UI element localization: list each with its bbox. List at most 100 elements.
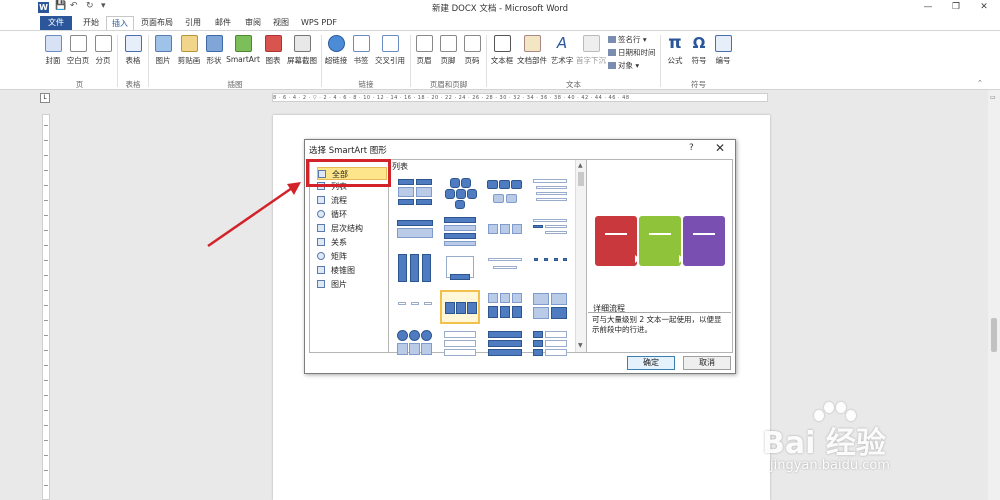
picture-button[interactable]: 图片 [152,35,174,66]
shapes-button[interactable]: 形状 [203,35,225,66]
layout-thumbnail[interactable] [485,214,525,248]
equation-button[interactable]: π 公式 [664,35,686,66]
numbering-button[interactable]: 编号 [712,35,734,66]
category-picture[interactable]: 图片 [317,278,387,291]
layout-thumbnail-selected[interactable] [440,290,480,324]
wordart-button[interactable]: A 艺术字 [549,35,575,66]
text-box-button[interactable]: 文本框 [489,35,515,66]
group-label-links: 链接 [358,80,374,89]
category-pyramid[interactable]: 棱锥图 [317,264,387,277]
pi-icon: π [668,33,682,53]
tab-insert[interactable]: 插入 [106,16,134,30]
cover-page-button[interactable]: 封面 [42,35,64,66]
table-icon [124,35,142,52]
layout-thumbnail[interactable] [440,214,480,248]
scroll-down-icon[interactable]: ▼ [578,342,583,349]
layout-thumbnail[interactable] [485,328,525,362]
hierarchy-icon [317,224,325,232]
close-icon[interactable]: ✕ [715,141,725,155]
ruler-toggle-icon[interactable]: ▭ [990,94,998,102]
blank-page-button[interactable]: 空白页 [65,35,91,66]
cancel-button[interactable]: 取消 [683,356,731,370]
table-button[interactable]: 表格 [121,35,145,66]
blank-page-icon [69,35,87,52]
layout-thumbnail[interactable] [530,328,570,362]
tab-wps-pdf[interactable]: WPS PDF [298,16,340,30]
watermark-brand: Bai 经验 [762,426,886,461]
cross-reference-button[interactable]: 交叉引用 [373,35,407,66]
quick-parts-button[interactable]: 文档部件 [516,35,548,66]
minimize-icon[interactable]: — [914,0,942,15]
layout-thumbnail[interactable] [395,176,435,210]
quick-parts-icon [523,35,541,52]
category-relationship[interactable]: 关系 [317,236,387,249]
tab-references[interactable]: 引用 [180,16,206,30]
annotation-highlight-box [306,159,391,187]
chart-icon [264,35,282,52]
ok-button[interactable]: 确定 [627,356,675,370]
help-icon[interactable]: ? [689,143,694,153]
scroll-thumb[interactable] [991,318,997,352]
bookmark-button[interactable]: 书签 [350,35,372,66]
tab-selector[interactable]: L [40,93,50,103]
screenshot-button[interactable]: 屏幕截图 [286,35,318,66]
hyperlink-button[interactable]: 超链接 [324,35,348,66]
page-break-button[interactable]: 分页 [92,35,114,66]
screenshot-icon [293,35,311,52]
tab-review[interactable]: 审阅 [240,16,266,30]
category-cycle[interactable]: 循环 [317,208,387,221]
layout-thumbnail[interactable] [440,176,480,210]
layout-thumbnail[interactable] [530,290,570,324]
layout-thumbnail[interactable] [395,214,435,248]
layout-thumbnail[interactable] [395,252,435,286]
horizontal-ruler[interactable]: 8 · 6 · 4 · 2 · ▽ · 2 · 4 · 6 · 8 · 10 ·… [272,93,768,102]
pyramid-icon [317,266,325,274]
header-button[interactable]: 页眉 [413,35,435,66]
vertical-ruler[interactable] [42,114,50,500]
ribbon: 封面 空白页 分页 表格 图片 剪贴画 形状 SmartArt 图表 屏幕截图 … [0,30,1000,90]
tab-view[interactable]: 视图 [268,16,294,30]
layout-thumbnail[interactable] [440,328,480,362]
smartart-icon [234,35,252,52]
preview-panel: 详细流程 可与大量级别 2 文本一起使用，以便显示前段中的行进。 [586,159,733,353]
layout-thumbnail[interactable] [485,290,525,324]
baidu-jingyan-watermark: Bai 经验 jingyan.baidu.com [762,400,962,490]
layout-thumbnail[interactable] [530,176,570,210]
close-window-icon[interactable]: ✕ [970,0,998,15]
smartart-button[interactable]: SmartArt [226,35,260,64]
restore-icon[interactable]: ❐ [942,0,970,15]
page-break-icon [94,35,112,52]
signature-line-button[interactable]: 签名行 ▾ [608,34,647,45]
footer-icon [439,35,457,52]
tab-file[interactable]: 文件 [40,16,72,30]
category-hierarchy[interactable]: 层次结构 [317,222,387,235]
chart-button[interactable]: 图表 [262,35,284,66]
page-number-icon [463,35,481,52]
gallery-scrollbar[interactable]: ▲ ▼ [575,160,586,352]
layout-thumbnail[interactable] [485,252,525,286]
gallery-scroll-thumb[interactable] [578,172,584,186]
tab-page-layout[interactable]: 页面布局 [138,16,176,30]
title-bar: W 💾 ↶ ↻ ▾ 新建 DOCX 文档 - Microsoft Word — … [0,0,1000,15]
omega-icon: Ω [692,34,706,52]
page-number-button[interactable]: 页码 [461,35,483,66]
layout-thumbnail[interactable] [440,252,480,286]
category-process[interactable]: 流程 [317,194,387,207]
tab-home[interactable]: 开始 [78,16,104,30]
object-button[interactable]: 对象 ▾ [608,60,639,71]
drop-cap-button[interactable]: 首字下沉 [576,35,606,66]
footer-button[interactable]: 页脚 [437,35,459,66]
layout-thumbnail[interactable] [395,290,435,324]
layout-thumbnail[interactable] [530,214,570,248]
layout-thumbnail[interactable] [485,176,525,210]
category-matrix[interactable]: 矩阵 [317,250,387,263]
scroll-up-icon[interactable]: ▲ [578,162,583,169]
clip-art-button[interactable]: 剪贴画 [176,35,202,66]
symbol-button[interactable]: Ω 符号 [688,35,710,66]
date-time-button[interactable]: 日期和时间 [608,47,656,58]
collapse-ribbon-icon[interactable]: ⌃ [977,79,983,87]
document-scrollbar[interactable]: ▭ [988,90,1000,500]
layout-thumbnail[interactable] [530,252,570,286]
tab-mailings[interactable]: 邮件 [210,16,236,30]
layout-thumbnail[interactable] [395,328,435,362]
